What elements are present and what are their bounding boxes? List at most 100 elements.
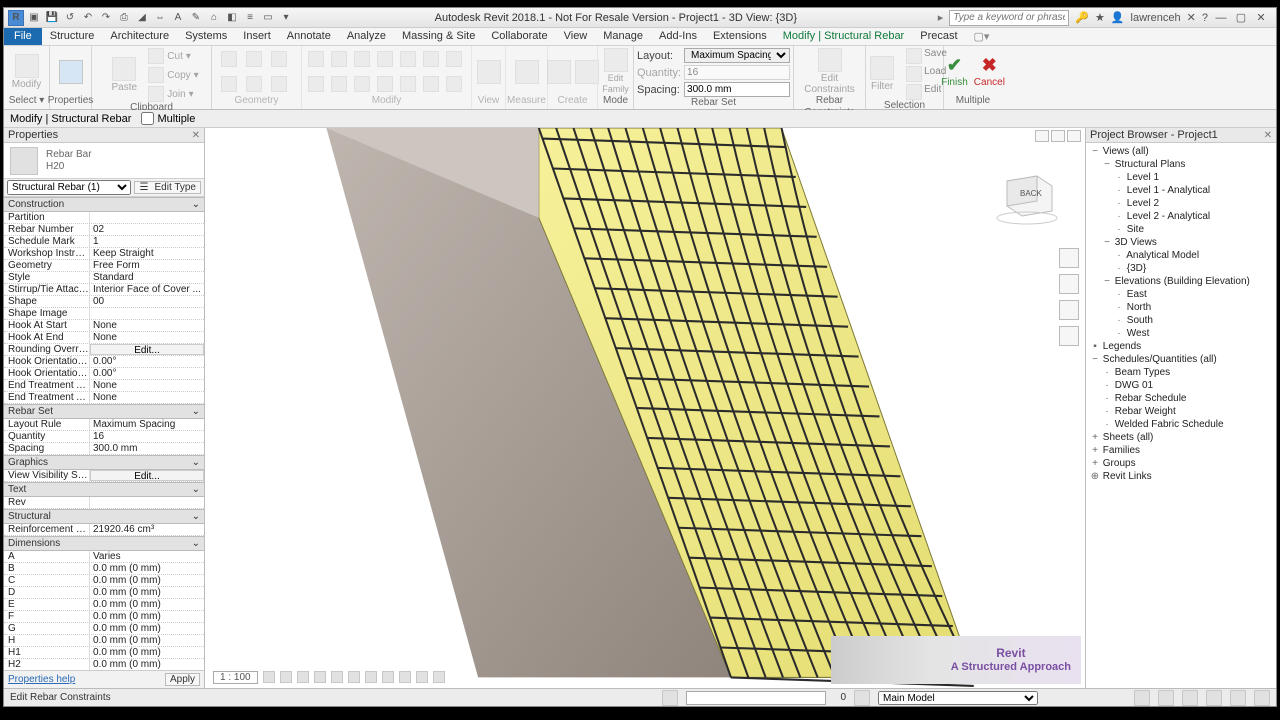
tab-view[interactable]: View — [556, 28, 596, 45]
sel-edit-button[interactable]: Edit — [924, 84, 941, 100]
prop-row[interactable]: AVaries — [4, 551, 204, 563]
close-hidden-icon[interactable]: ▭ — [260, 10, 276, 26]
tree-node[interactable]: · West — [1088, 327, 1274, 340]
browser-tree[interactable]: − Views (all)− Structural Plans · Level 1… — [1086, 143, 1276, 688]
crop-show-icon[interactable] — [365, 671, 377, 683]
tree-node[interactable]: · Analytical Model — [1088, 249, 1274, 262]
prop-row[interactable]: Reinforcement Volume21920.46 cm³ — [4, 524, 204, 536]
mod-icon-14[interactable] — [446, 76, 462, 92]
tree-node[interactable]: − 3D Views — [1088, 236, 1274, 249]
prop-row[interactable]: Layout RuleMaximum Spacing — [4, 419, 204, 431]
tab-structure[interactable]: Structure — [42, 28, 103, 45]
crop-icon[interactable] — [348, 671, 360, 683]
properties-help-link[interactable]: Properties help — [8, 674, 75, 685]
tree-node[interactable]: · South — [1088, 314, 1274, 327]
prop-row[interactable]: Spacing300.0 mm — [4, 443, 204, 455]
prop-row[interactable]: Hook At EndNone — [4, 332, 204, 344]
geom-icon-2[interactable] — [246, 51, 262, 67]
worksets-icon[interactable] — [662, 690, 678, 706]
tab-context[interactable]: Modify | Structural Rebar — [775, 28, 912, 45]
section-icon[interactable]: ✎ — [188, 10, 204, 26]
print-icon[interactable]: ⎙ — [116, 10, 132, 26]
prop-row[interactable]: E0.0 mm (0 mm) — [4, 599, 204, 611]
properties-button[interactable] — [51, 60, 91, 84]
prop-row[interactable]: C0.0 mm (0 mm) — [4, 575, 204, 587]
hide-icon[interactable] — [399, 671, 411, 683]
prop-row[interactable]: Rebar Number02 — [4, 224, 204, 236]
tree-node[interactable]: · East — [1088, 288, 1274, 301]
mod-icon-11[interactable] — [377, 76, 393, 92]
prop-row[interactable]: Hook Orientation At ...0.00° — [4, 356, 204, 368]
prop-group[interactable]: Text⌄ — [4, 482, 204, 497]
tree-node[interactable]: − Structural Plans — [1088, 158, 1274, 171]
mod-icon-3[interactable] — [354, 51, 370, 67]
cut-button[interactable]: Cut — [167, 51, 183, 62]
design-options-icon[interactable] — [854, 690, 870, 706]
prop-group[interactable]: Dimensions⌄ — [4, 536, 204, 551]
tree-node[interactable]: + Groups — [1088, 457, 1274, 470]
tab-annotate[interactable]: Annotate — [279, 28, 339, 45]
prop-row[interactable]: End Treatment At StartNone — [4, 380, 204, 392]
prop-row[interactable]: GeometryFree Form — [4, 260, 204, 272]
tree-node[interactable]: · Beam Types — [1088, 366, 1274, 379]
revit-logo-icon[interactable]: R — [8, 10, 24, 26]
drag-icon[interactable] — [1230, 690, 1246, 706]
select-underlay-icon[interactable] — [1158, 690, 1174, 706]
prop-row[interactable]: G0.0 mm (0 mm) — [4, 623, 204, 635]
prop-row[interactable]: F0.0 mm (0 mm) — [4, 611, 204, 623]
prop-row[interactable]: View Visibility StatesEdit... — [4, 470, 204, 482]
edit-family-button[interactable]: EditFamily — [596, 48, 636, 95]
open-icon[interactable]: ▣ — [26, 10, 42, 26]
shadow-icon[interactable] — [314, 671, 326, 683]
dim-icon[interactable]: ⇔ — [152, 10, 168, 26]
tab-add-ins[interactable]: Add-Ins — [651, 28, 705, 45]
create-icon[interactable] — [547, 60, 571, 84]
tree-node[interactable]: − Schedules/Quantities (all) — [1088, 353, 1274, 366]
select-links-icon[interactable] — [1134, 690, 1150, 706]
design-option-select[interactable]: Main Model — [878, 691, 1038, 705]
save-icon[interactable]: 💾 — [44, 10, 60, 26]
mod-icon-6[interactable] — [423, 51, 439, 67]
star-icon[interactable]: ★ — [1095, 11, 1105, 24]
cancel-button[interactable]: ✖Cancel — [974, 55, 1005, 88]
mod-icon-5[interactable] — [400, 51, 416, 67]
sel-save-icon[interactable] — [906, 48, 922, 64]
prop-row[interactable]: Shape00 — [4, 296, 204, 308]
sel-save-button[interactable]: Save — [924, 48, 947, 64]
mod-icon-10[interactable] — [354, 76, 370, 92]
tree-node[interactable]: · Level 2 - Analytical — [1088, 210, 1274, 223]
tab-collaborate[interactable]: Collaborate — [483, 28, 555, 45]
help-icon[interactable]: ? — [1202, 12, 1208, 24]
visual-style-icon[interactable] — [280, 671, 292, 683]
tree-node[interactable]: − Views (all) — [1088, 145, 1274, 158]
filter-button[interactable]: Filter — [862, 56, 902, 92]
spacing-input[interactable] — [684, 82, 790, 97]
switch-icon[interactable]: ▾ — [278, 10, 294, 26]
view-cube[interactable]: BACK — [987, 166, 1067, 226]
geom-icon-3[interactable] — [271, 51, 287, 67]
paste-button[interactable]: Paste — [104, 57, 144, 93]
sun-icon[interactable] — [297, 671, 309, 683]
pan-icon[interactable] — [1059, 274, 1079, 294]
prop-group[interactable]: Structural⌄ — [4, 509, 204, 524]
tree-node[interactable]: · Level 2 — [1088, 197, 1274, 210]
select-face-icon[interactable] — [1206, 690, 1222, 706]
edit-constraints-button[interactable]: Edit Constraints — [810, 48, 850, 95]
prop-row[interactable]: Quantity16 — [4, 431, 204, 443]
modify-tool-button[interactable]: Modify — [7, 54, 47, 90]
tree-node[interactable]: − Elevations (Building Elevation) — [1088, 275, 1274, 288]
detail-level-icon[interactable] — [263, 671, 275, 683]
mod-icon-12[interactable] — [400, 76, 416, 92]
maximize-button[interactable]: ▢ — [1234, 11, 1248, 24]
layout-select[interactable]: Maximum Spacing — [684, 48, 790, 63]
prop-row[interactable]: H0.0 mm (0 mm) — [4, 635, 204, 647]
steering-wheel-icon[interactable] — [1059, 248, 1079, 268]
prop-icon[interactable] — [433, 671, 445, 683]
edit-type-button[interactable]: ☰ Edit Type — [134, 181, 201, 194]
tree-node[interactable]: + Sheets (all) — [1088, 431, 1274, 444]
tab-file[interactable]: File — [4, 28, 42, 45]
prop-row[interactable]: H20.0 mm (0 mm) — [4, 659, 204, 670]
prop-group[interactable]: Rebar Set⌄ — [4, 404, 204, 419]
tab-architecture[interactable]: Architecture — [102, 28, 177, 45]
tree-node[interactable]: · Level 1 - Analytical — [1088, 184, 1274, 197]
